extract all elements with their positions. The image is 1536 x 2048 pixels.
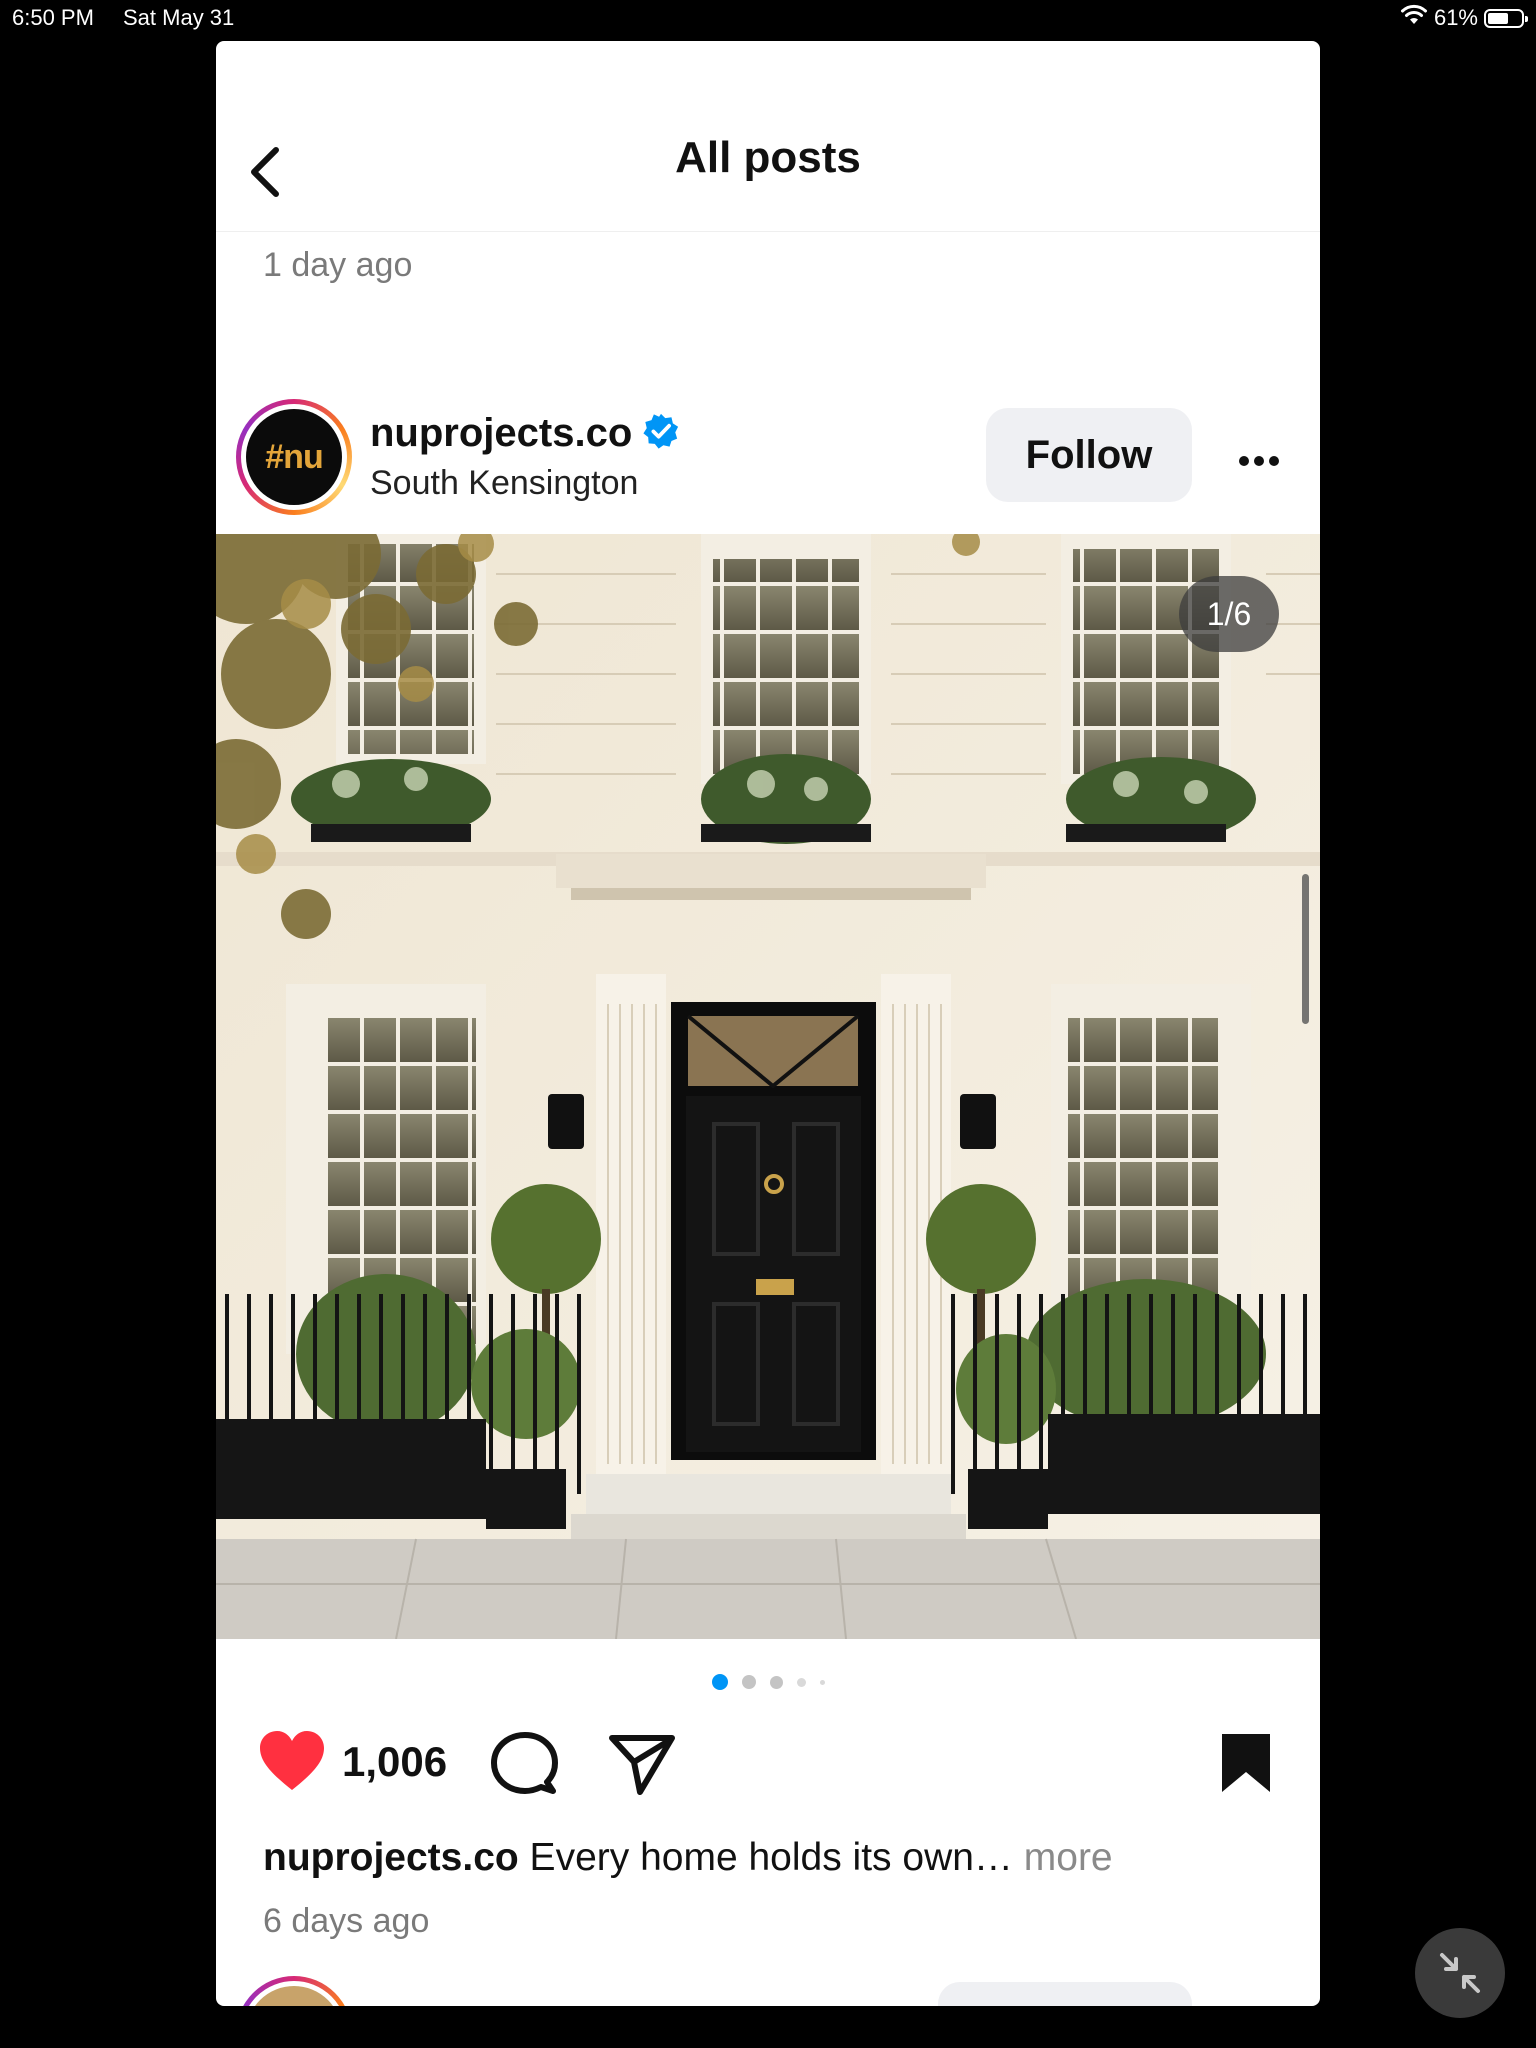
carousel-dot <box>711 1674 728 1690</box>
carousel-dot <box>819 1679 825 1685</box>
battery-percent: 61% <box>1433 5 1478 30</box>
next-post-avatar-image <box>241 1981 347 2006</box>
next-post-follow-button[interactable] <box>938 1982 1192 2006</box>
carousel-dots <box>216 1674 1320 1690</box>
post-location[interactable]: South Kensington <box>370 464 638 503</box>
like-count[interactable]: 1,006 <box>342 1738 447 1786</box>
more-horizontal-icon <box>1239 456 1279 466</box>
caption-text: Every home holds its own… <box>518 1836 1024 1879</box>
carousel-dot <box>769 1675 783 1689</box>
scrollbar[interactable] <box>1302 874 1309 1024</box>
townhouse-photo <box>216 534 1320 1639</box>
follow-button[interactable]: Follow <box>986 408 1192 502</box>
battery-icon <box>1484 8 1528 28</box>
previous-post-timestamp: 1 day ago <box>263 246 413 284</box>
page-title: All posts <box>675 133 861 182</box>
heart-icon[interactable] <box>256 1728 328 1799</box>
image-counter-badge: 1/6 <box>1179 576 1279 652</box>
post-timestamp: 6 days ago <box>263 1902 430 1940</box>
wifi-icon <box>1400 4 1428 32</box>
status-indicators: 61% <box>1400 4 1528 32</box>
carousel-dot <box>741 1675 756 1689</box>
post-username[interactable]: nuprojects.co <box>370 411 632 456</box>
post-caption: nuprojects.co Every home holds its own… … <box>263 1836 1113 1880</box>
avatar-border: #nu <box>241 404 347 510</box>
avatar[interactable]: #nu <box>236 399 352 515</box>
next-post-avatar[interactable] <box>236 1976 352 2006</box>
nav-bar: All posts <box>216 41 1320 232</box>
avatar-image: #nu <box>246 409 342 505</box>
send-icon[interactable] <box>606 1730 678 1801</box>
battery-level <box>1488 12 1508 24</box>
caption-more-link[interactable]: more <box>1024 1836 1113 1879</box>
bookmark-icon[interactable] <box>1216 1730 1276 1801</box>
caption-username[interactable]: nuprojects.co <box>263 1836 519 1879</box>
carousel-dot <box>796 1677 806 1687</box>
status-date: Sat May 31 <box>123 5 235 30</box>
more-options-button[interactable] <box>1224 436 1294 486</box>
verified-badge-icon <box>642 412 680 455</box>
minimize-button[interactable] <box>1415 1928 1505 2018</box>
comment-icon[interactable] <box>489 1730 559 1801</box>
status-time: 6:50 PM <box>12 5 94 30</box>
post-actions: 1,006 <box>216 1726 1320 1806</box>
username-row: nuprojects.co <box>370 411 680 456</box>
app-window: All posts 1 day ago #nu nuprojects.co So… <box>216 41 1320 2006</box>
minimize-icon <box>1440 1953 1480 1993</box>
status-bar: 6:50 PM Sat May 31 61% <box>0 0 1536 36</box>
avatar-logo-text: #nu <box>265 437 323 476</box>
post-image[interactable]: 1/6 <box>216 534 1320 1639</box>
post-header: #nu nuprojects.co South Kensington Follo… <box>216 396 1320 516</box>
